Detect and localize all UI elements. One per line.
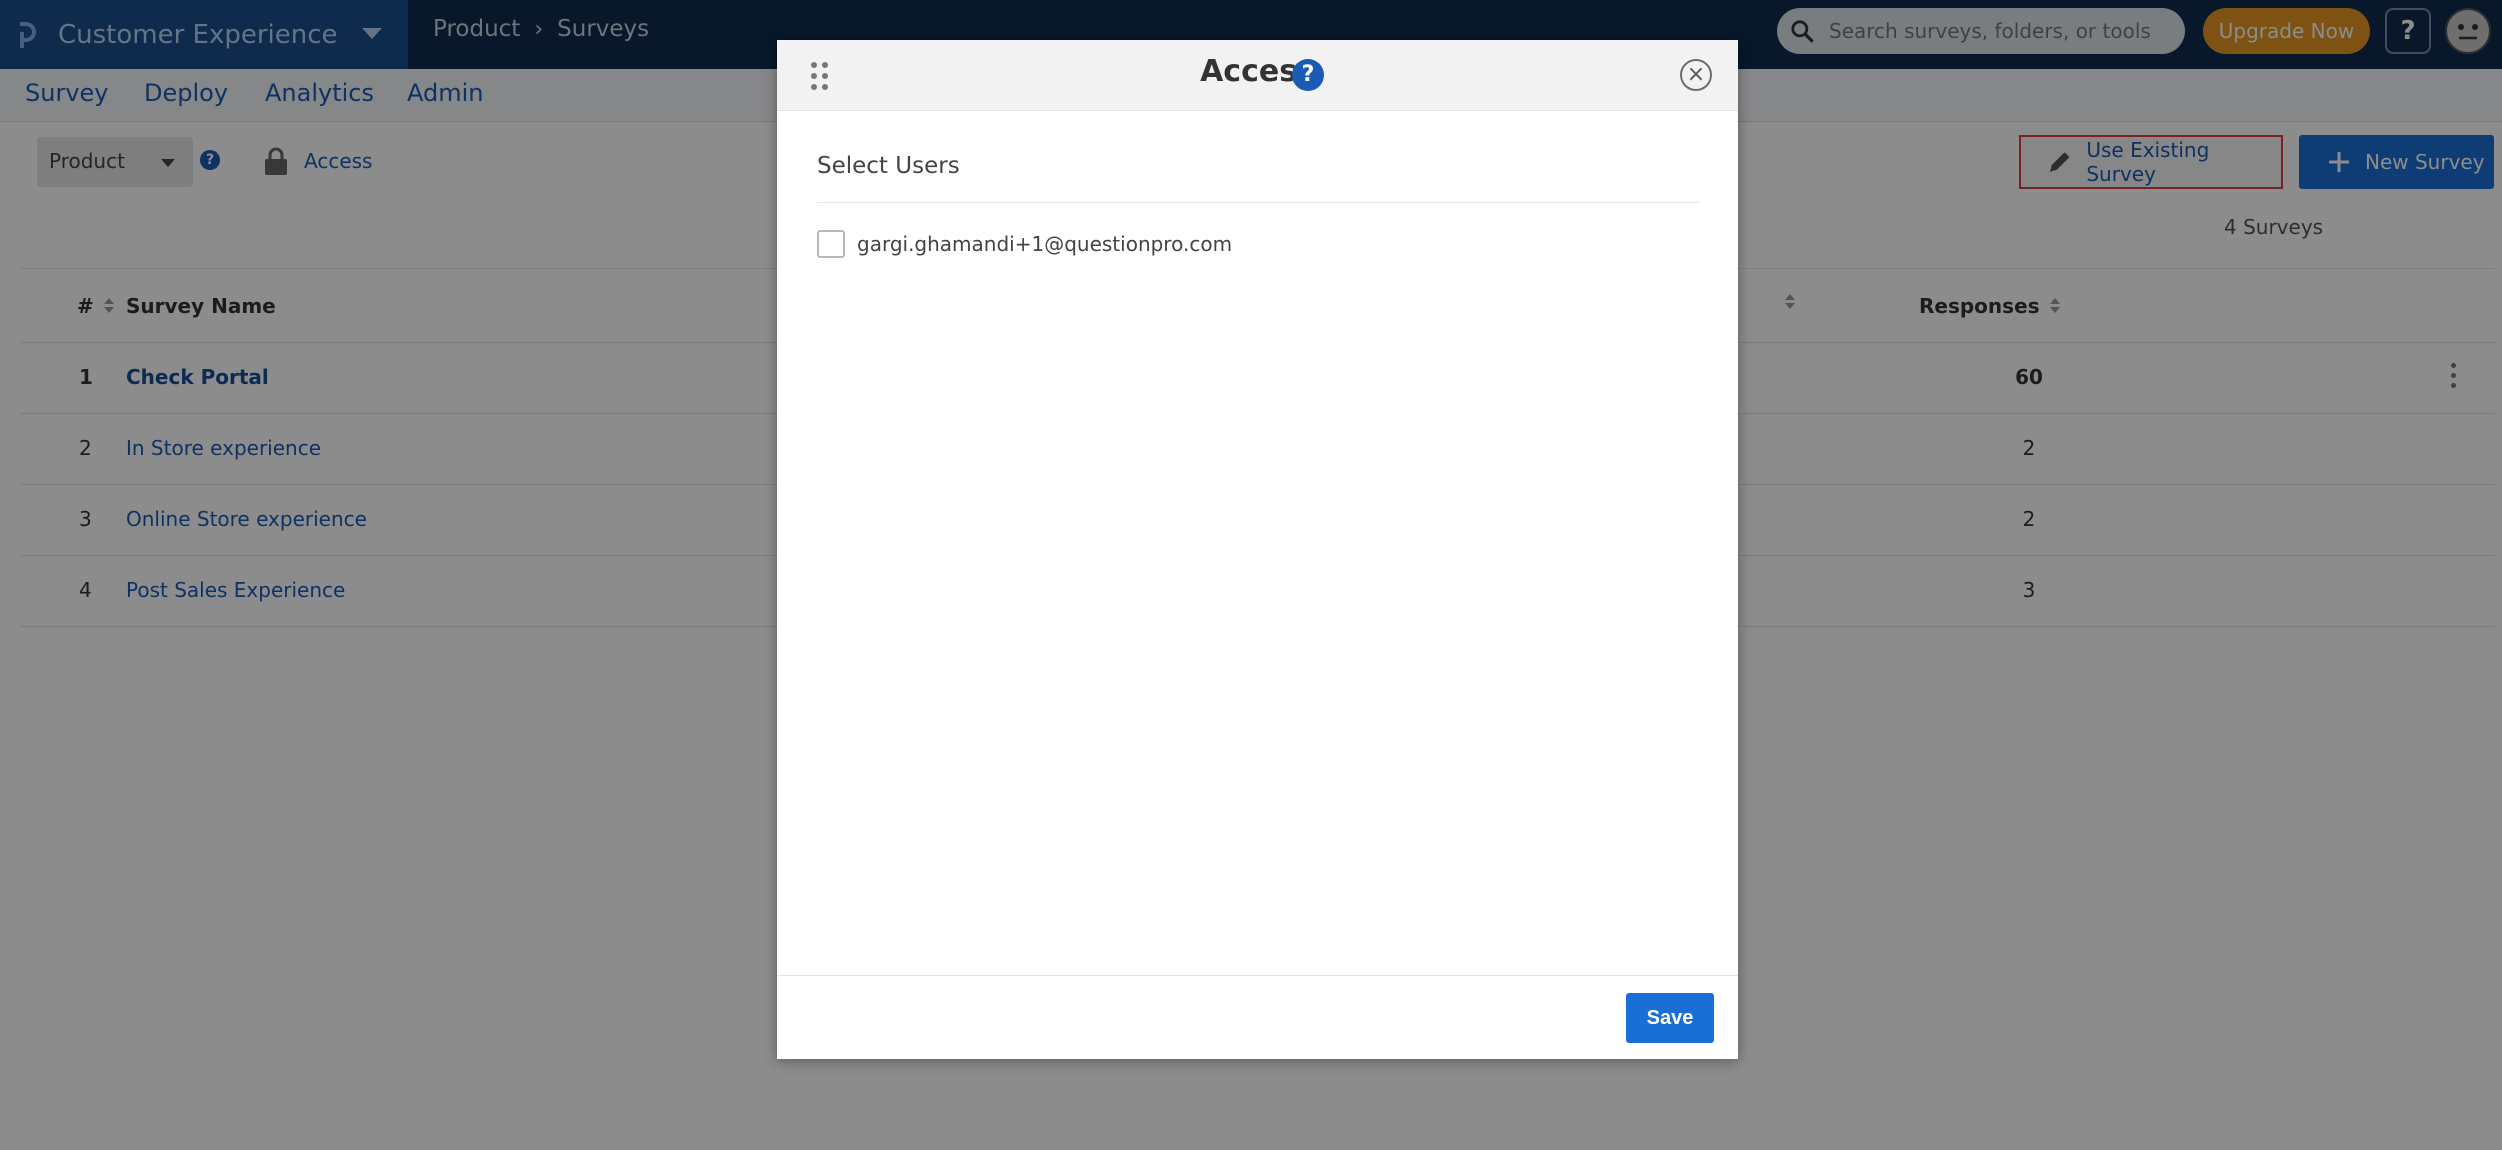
- divider: [777, 975, 1738, 976]
- modal-title: Access: [1200, 54, 1315, 89]
- close-icon[interactable]: ×: [1680, 59, 1712, 91]
- access-modal: Access ? × Select Users gargi.ghamandi+1…: [777, 40, 1738, 1059]
- user-email: gargi.ghamandi+1@questionpro.com: [857, 232, 1233, 256]
- user-checkbox[interactable]: [817, 230, 845, 258]
- help-icon[interactable]: ?: [1292, 59, 1324, 91]
- user-option[interactable]: gargi.ghamandi+1@questionpro.com: [817, 230, 1232, 258]
- save-button[interactable]: Save: [1626, 993, 1714, 1043]
- divider: [817, 202, 1699, 203]
- modal-header: Access ? ×: [777, 40, 1738, 111]
- select-users-heading: Select Users: [817, 153, 960, 179]
